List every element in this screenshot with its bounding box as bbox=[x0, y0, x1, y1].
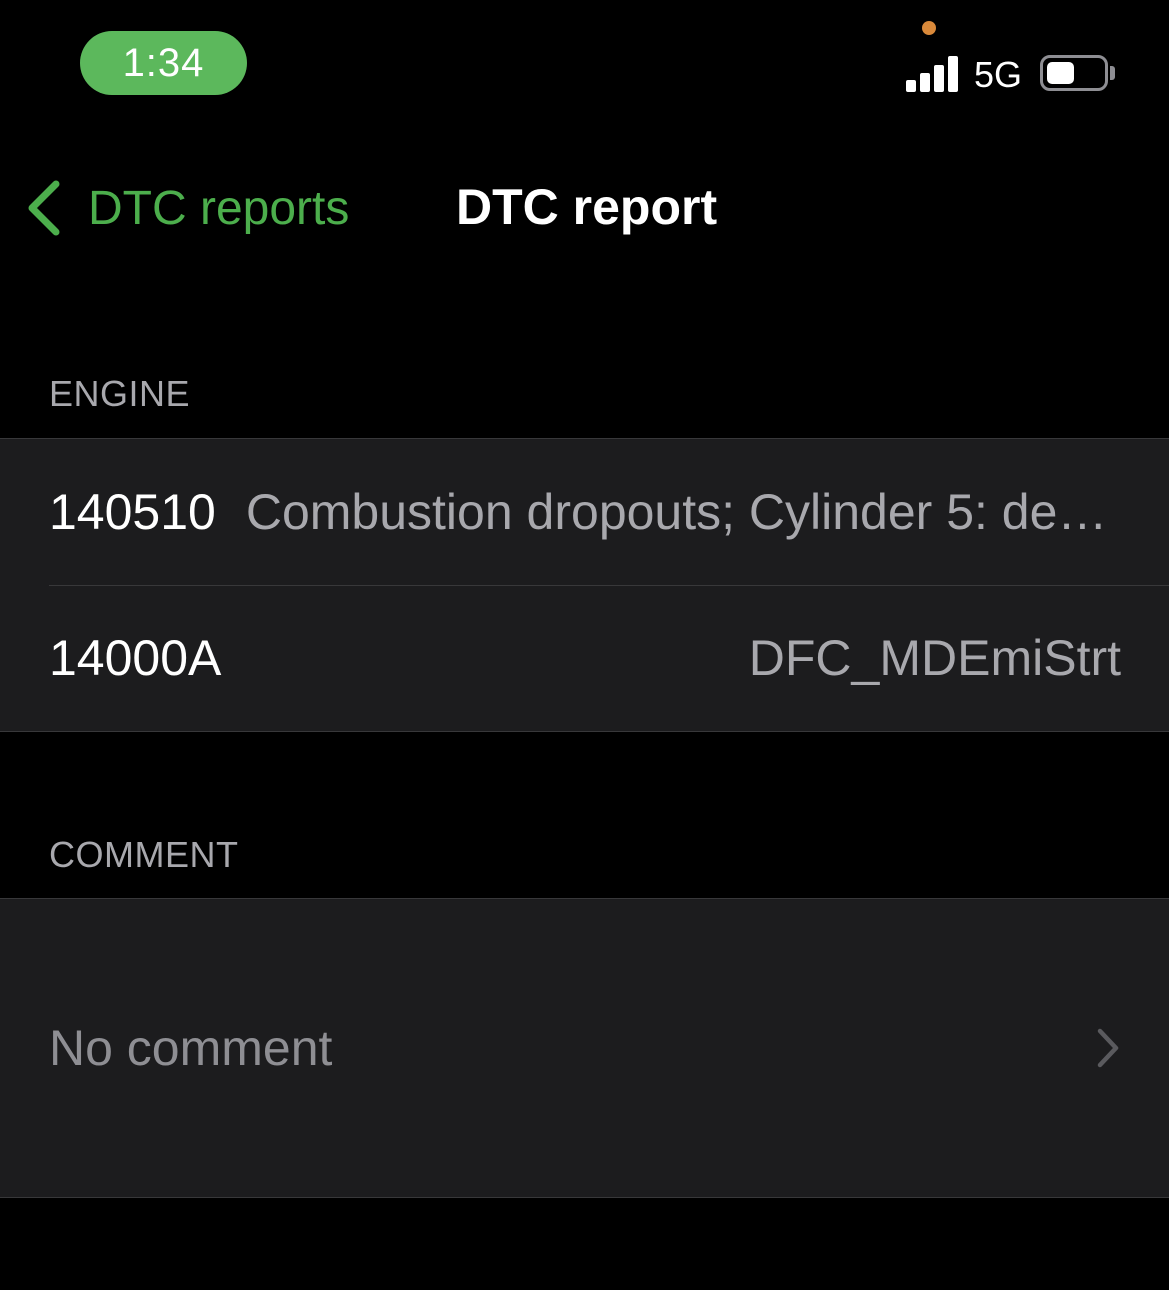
back-button-label: DTC reports bbox=[88, 181, 350, 235]
status-time: 1:34 bbox=[122, 40, 205, 85]
signal-bar bbox=[920, 73, 930, 92]
comment-value: No comment bbox=[49, 1020, 333, 1076]
status-time-pill[interactable]: 1:34 bbox=[80, 31, 247, 95]
dtc-description: DFC_MDEmiStrt bbox=[748, 630, 1121, 686]
engine-dtc-list: 140510 Combustion dropouts; Cylinder 5: … bbox=[0, 438, 1169, 732]
dtc-code: 140510 bbox=[49, 484, 216, 540]
battery-icon bbox=[1040, 55, 1108, 91]
dtc-code: 14000A bbox=[49, 630, 222, 686]
back-button[interactable]: DTC reports bbox=[24, 172, 349, 244]
network-type: 5G bbox=[974, 54, 1023, 95]
signal-bar bbox=[906, 80, 916, 92]
signal-bar bbox=[948, 56, 958, 92]
privacy-indicator-dot bbox=[922, 21, 936, 35]
dtc-description: Combustion dropouts; Cylinder 5: detecte… bbox=[245, 484, 1121, 540]
chevron-left-icon bbox=[24, 178, 64, 238]
signal-bar bbox=[934, 65, 944, 92]
comment-row[interactable]: No comment bbox=[0, 899, 1169, 1197]
dtc-row[interactable]: 140510 Combustion dropouts; Cylinder 5: … bbox=[0, 439, 1169, 585]
comment-group: No comment bbox=[0, 898, 1169, 1198]
battery-fill bbox=[1047, 62, 1074, 84]
page-title: DTC report bbox=[456, 179, 718, 235]
section-header-engine: ENGINE bbox=[49, 373, 191, 414]
screen: 1:34 5G DTC reports DTC report ENGINE 14… bbox=[0, 0, 1169, 1290]
battery-cap bbox=[1110, 66, 1115, 80]
chevron-right-icon bbox=[1095, 1027, 1121, 1069]
cellular-signal-icon bbox=[906, 56, 960, 92]
section-header-comment: COMMENT bbox=[49, 834, 239, 875]
dtc-row[interactable]: 14000A DFC_MDEmiStrt bbox=[0, 585, 1169, 731]
